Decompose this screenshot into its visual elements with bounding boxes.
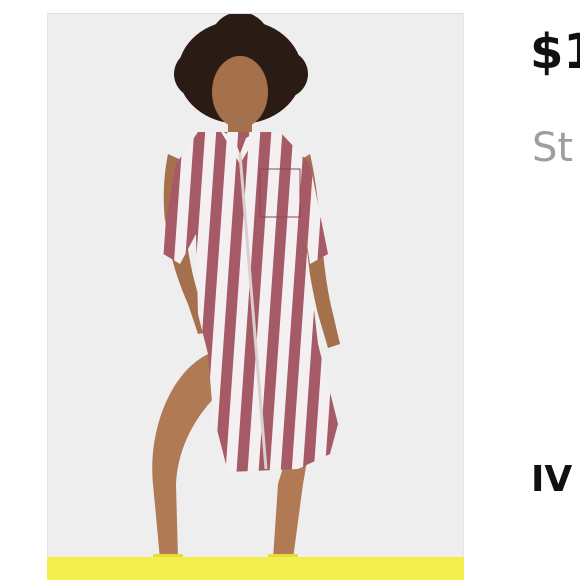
size-text: St (532, 125, 574, 171)
product-photo[interactable] (47, 13, 464, 580)
listing-card[interactable]: $1 St IV (0, 0, 580, 580)
price-text: $1 (530, 24, 580, 80)
photo-floor-strip (47, 557, 464, 580)
brand-text: IV (531, 459, 573, 500)
product-image-illustration (48, 14, 463, 580)
